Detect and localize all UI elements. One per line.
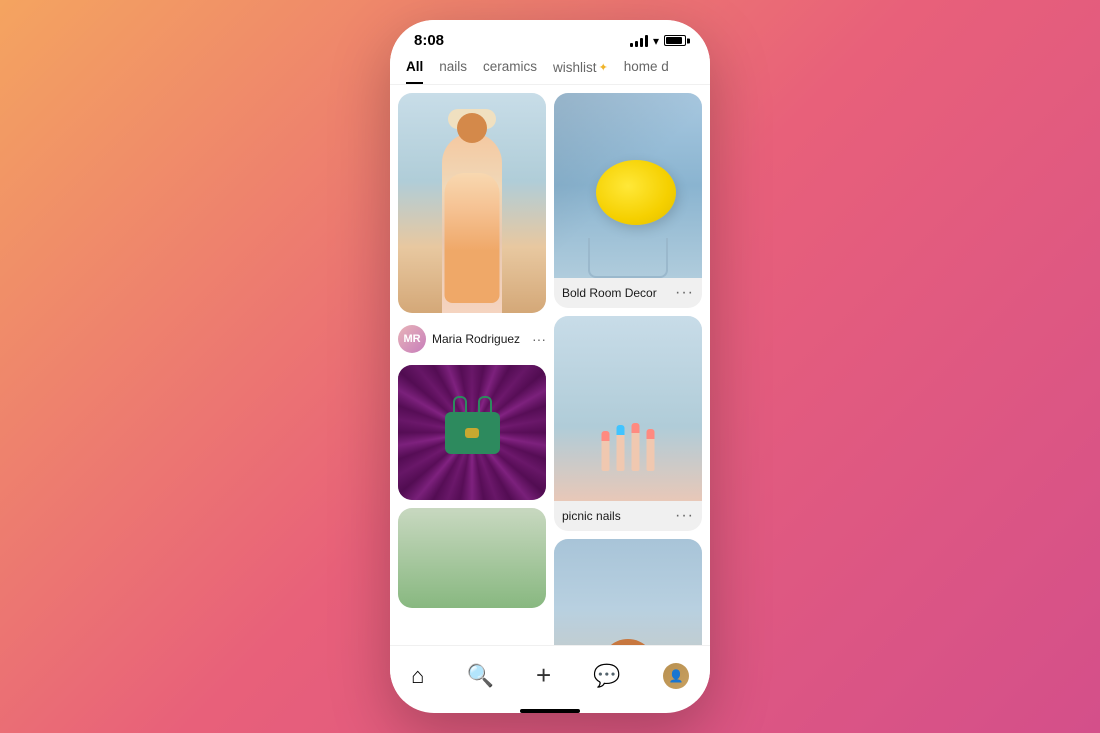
home-indicator — [520, 709, 580, 713]
portrait-head — [601, 639, 656, 645]
nav-profile[interactable]: 👤 — [655, 659, 697, 693]
yellow-bag-more-dots[interactable]: ··· — [675, 284, 694, 302]
hat-detail — [448, 109, 496, 129]
table-visual — [588, 238, 668, 278]
status-bar: 8:08 ▾ — [390, 20, 710, 55]
left-column: MR Maria Rodriguez ··· — [398, 93, 546, 645]
bag-handle-right — [478, 396, 492, 414]
home-icon: ⌂ — [411, 663, 424, 689]
battery-icon — [664, 35, 686, 46]
status-icons: ▾ — [630, 34, 686, 48]
nails-label: picnic nails — [562, 509, 621, 523]
signal-icon — [630, 35, 648, 47]
nav-messages[interactable]: 💬 — [585, 659, 628, 693]
messages-icon: 💬 — [593, 663, 620, 689]
battery-fill — [666, 37, 682, 44]
tab-nails[interactable]: nails — [439, 59, 467, 84]
content-area[interactable]: MR Maria Rodriguez ··· — [390, 85, 710, 645]
pin-card-partial[interactable] — [398, 508, 546, 608]
bag-handle-left — [453, 396, 467, 414]
yellow-bag-image — [554, 93, 702, 278]
portrait-image — [554, 539, 702, 645]
signal-bar-4 — [645, 35, 648, 47]
pin-card-yellow-bag[interactable]: Bold Room Decor ··· — [554, 93, 702, 308]
nav-home[interactable]: ⌂ — [403, 659, 432, 693]
nav-add[interactable]: + — [528, 656, 559, 695]
nav-search[interactable]: 🔍 — [459, 659, 502, 693]
signal-bar-2 — [635, 41, 638, 47]
tab-all[interactable]: All — [406, 59, 423, 84]
fashion-image — [398, 93, 546, 313]
wifi-icon: ▾ — [653, 34, 659, 48]
sparkle-icon: ✦ — [599, 61, 608, 74]
pin-card-nails[interactable]: picnic nails ··· — [554, 316, 702, 531]
nails-image — [554, 316, 702, 501]
pin-card-velvet-bag[interactable] — [398, 365, 546, 500]
finger-4 — [647, 429, 655, 471]
status-time: 8:08 — [414, 32, 444, 49]
user-row-maria: MR Maria Rodriguez ··· — [398, 321, 546, 357]
body-detail — [445, 173, 500, 303]
velvet-bag-image — [398, 365, 546, 500]
profile-avatar-icon: 👤 — [668, 669, 683, 683]
tab-wishlist[interactable]: wishlist ✦ — [553, 59, 608, 84]
phone-frame: 8:08 ▾ All nails ceramics wishlist ✦ hom… — [390, 20, 710, 713]
avatar-maria: MR — [398, 325, 426, 353]
tab-home-d[interactable]: home d — [624, 59, 669, 84]
fingers-group — [600, 423, 657, 471]
finger-1 — [602, 431, 610, 471]
tabs-bar: All nails ceramics wishlist ✦ home d — [390, 55, 710, 85]
yellow-bag-label-row: Bold Room Decor ··· — [554, 278, 702, 308]
pin-card-fashion[interactable] — [398, 93, 546, 313]
user-more-dots[interactable]: ··· — [532, 331, 546, 347]
nails-label-row: picnic nails ··· — [554, 501, 702, 531]
masonry-grid: MR Maria Rodriguez ··· — [398, 93, 702, 645]
finger-3 — [632, 423, 640, 471]
nails-more-dots[interactable]: ··· — [675, 507, 694, 525]
finger-2 — [617, 425, 625, 471]
signal-bar-3 — [640, 38, 643, 47]
yellow-bag-label: Bold Room Decor — [562, 286, 657, 300]
pin-card-portrait[interactable] — [554, 539, 702, 645]
bag-shape — [445, 412, 500, 454]
signal-bar-1 — [630, 43, 633, 47]
tab-ceramics[interactable]: ceramics — [483, 59, 537, 84]
right-column: Bold Room Decor ··· — [554, 93, 702, 645]
bottom-nav: ⌂ 🔍 + 💬 👤 — [390, 645, 710, 701]
hands-visual — [554, 316, 702, 501]
search-icon: 🔍 — [467, 663, 494, 689]
partial-image — [398, 508, 546, 608]
add-icon: + — [536, 660, 551, 691]
profile-avatar: 👤 — [663, 663, 689, 689]
username-maria: Maria Rodriguez — [432, 332, 520, 346]
bag-clasp — [465, 428, 479, 438]
yellow-bag-shape — [596, 160, 676, 225]
